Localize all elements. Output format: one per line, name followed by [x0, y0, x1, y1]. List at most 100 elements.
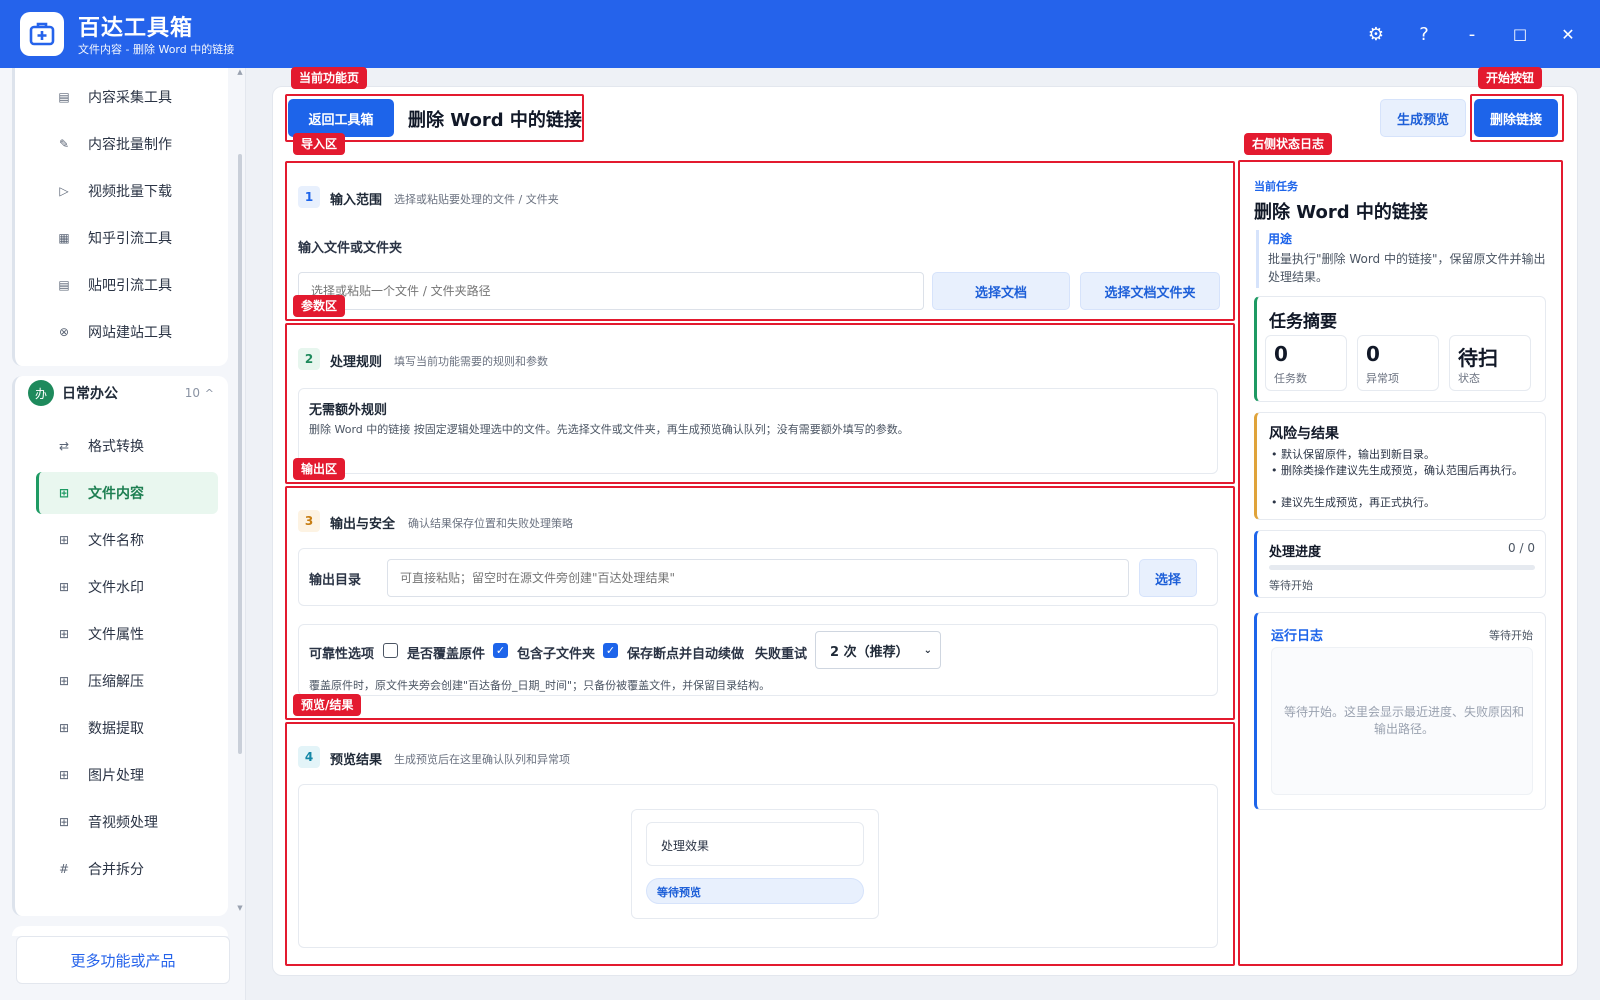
sidebar-item-content-collect[interactable]: ▤ 内容采集工具	[24, 76, 214, 118]
sidebar-item-file-attributes[interactable]: ⊞ 文件属性	[24, 613, 214, 655]
step-number: 3	[298, 510, 320, 532]
close-button[interactable]: ✕	[1556, 22, 1580, 46]
chevron-down-icon: ⌄	[923, 644, 932, 656]
sidebar-item-image-process[interactable]: ⊞ 图片处理	[24, 754, 214, 796]
sidebar-scrollbar[interactable]: ▲ ▼	[236, 68, 244, 1000]
doc-icon: ▤	[58, 278, 70, 292]
pen-icon: ✎	[58, 137, 70, 151]
annotation-output-tag: 输出区	[293, 458, 346, 480]
sidebar-item-label: 数据提取	[88, 721, 144, 737]
sidebar-item-zhihu[interactable]: ▦ 知乎引流工具	[24, 217, 214, 259]
choose-document-folder-button[interactable]: 选择文档文件夹	[1080, 272, 1220, 310]
choose-output-button[interactable]: 选择	[1139, 559, 1197, 597]
sidebar: ▤ 内容采集工具 ✎ 内容批量制作 ▷ 视频批量下载 ▦ 知乎引流工具 ▤ 贴吧…	[0, 68, 246, 1000]
more-products-button[interactable]: 更多功能或产品	[16, 936, 230, 984]
risk-result-card: 风险与结果 • 默认保留原件，输出到新目录。 • 删除类操作建议先生成预览，确认…	[1254, 412, 1546, 520]
waiting-preview-pill: 等待预览	[646, 878, 864, 904]
sidebar-item-label: 合并拆分	[88, 862, 144, 878]
preview-section: 4 预览结果 生成预览后在这里确认队列和异常项 处理效果 等待预览	[290, 728, 1232, 966]
purpose-accent	[1256, 230, 1259, 288]
choose-document-button[interactable]: 选择文档	[932, 272, 1070, 310]
sidebar-item-label: 内容批量制作	[88, 137, 172, 153]
grid-icon: ⊞	[58, 721, 70, 735]
input-path-field[interactable]	[298, 272, 924, 310]
generate-preview-button[interactable]: 生成预览	[1380, 99, 1466, 137]
sidebar-item-av-process[interactable]: ⊞ 音视频处理	[24, 801, 214, 843]
retry-select-value: 2 次（推荐）	[830, 644, 909, 660]
back-to-toolbox-button[interactable]: 返回工具箱	[288, 99, 394, 137]
sidebar-item-label: 文件水印	[88, 580, 144, 596]
grid-icon: ⊞	[58, 533, 70, 547]
step-title: 预览结果	[330, 753, 383, 768]
sidebar-item-label: 视频批量下载	[88, 184, 172, 200]
sidebar-item-data-extract[interactable]: ⊞ 数据提取	[24, 707, 214, 749]
output-dir-input[interactable]	[387, 559, 1129, 597]
retry-select[interactable]: 2 次（推荐） ⌄	[815, 631, 941, 669]
sidebar-item-compress[interactable]: ⊞ 压缩解压	[24, 660, 214, 702]
settings-gear-icon[interactable]: ⚙	[1364, 22, 1388, 46]
resume-checkbox[interactable]: ✓	[603, 643, 618, 658]
sidebar-item-file-watermark[interactable]: ⊞ 文件水印	[24, 566, 214, 608]
group-badge: 办	[28, 380, 54, 406]
sidebar-item-label: 知乎引流工具	[88, 231, 172, 247]
sidebar-item-label: 内容采集工具	[88, 90, 172, 106]
sidebar-item-video-download[interactable]: ▷ 视频批量下载	[24, 170, 214, 212]
grid-doc-icon: ▦	[58, 231, 70, 245]
chevron-up-icon[interactable]: ^	[205, 387, 214, 400]
minimize-button[interactable]: -	[1460, 22, 1484, 46]
sidebar-item-label: 图片处理	[88, 768, 144, 784]
preview-box: 处理效果 等待预览	[298, 784, 1218, 948]
sidebar-item-file-name[interactable]: ⊞ 文件名称	[24, 519, 214, 561]
retry-label: 失败重试	[755, 647, 808, 662]
overwrite-checkbox[interactable]	[383, 643, 398, 658]
sidebar-item-label: 压缩解压	[88, 674, 144, 690]
sidebar-item-tieba[interactable]: ▤ 贴吧引流工具	[24, 264, 214, 306]
help-icon[interactable]: ?	[1412, 22, 1436, 46]
sidebar-item-label: 贴吧引流工具	[88, 278, 172, 294]
sidebar-item-label: 格式转换	[88, 439, 144, 455]
globe-icon: ⊗	[58, 325, 70, 339]
sidebar-item-merge-split[interactable]: # 合并拆分	[24, 848, 214, 890]
scroll-down-icon[interactable]: ▼	[236, 904, 244, 912]
include-subfolder-label: 包含子文件夹	[517, 647, 596, 662]
sidebar-item-content-batch[interactable]: ✎ 内容批量制作	[24, 123, 214, 165]
sidebar-item-format-convert[interactable]: ⇄ 格式转换	[24, 425, 214, 467]
step-number: 4	[298, 746, 320, 768]
reliability-label: 可靠性选项	[309, 647, 375, 662]
log-area[interactable]: 等待开始。这里会显示最近进度、失败原因和输出路径。	[1271, 647, 1533, 795]
swap-icon: ⇄	[58, 439, 70, 453]
scrollbar-thumb[interactable]	[238, 154, 242, 754]
step-description: 选择或粘贴要处理的文件 / 文件夹	[394, 193, 559, 206]
maximize-button[interactable]: □	[1508, 22, 1532, 46]
risk-item: • 建议先生成预览，再正式执行。	[1271, 496, 1435, 509]
progress-status: 等待开始	[1269, 579, 1313, 592]
app-title: 百达工具箱	[78, 16, 194, 41]
sidebar-bottom-card	[12, 926, 228, 936]
sidebar-item-website[interactable]: ⊗ 网站建站工具	[24, 311, 214, 353]
log-title: 运行日志	[1271, 629, 1324, 644]
group-count: 10	[184, 386, 200, 400]
delete-links-start-button[interactable]: 删除链接	[1474, 99, 1558, 137]
annotation-import-tag: 导入区	[293, 133, 346, 155]
sidebar-item-label: 文件属性	[88, 627, 144, 643]
doc-icon: ▤	[58, 90, 70, 104]
backup-note: 覆盖原件时，原文件夹旁会创建"百达备份_日期_时间"；只备份被覆盖文件，并保留目…	[309, 679, 771, 692]
import-section: 1 输入范围 选择或粘贴要处理的文件 / 文件夹 输入文件或文件夹 选择文档 选…	[290, 162, 1232, 314]
run-log-card: 运行日志 等待开始 等待开始。这里会显示最近进度、失败原因和输出路径。	[1254, 612, 1546, 810]
risk-item: • 删除类操作建议先生成预览，确认范围后再执行。	[1271, 464, 1523, 477]
sidebar-item-label: 网站建站工具	[88, 325, 172, 341]
step-description: 生成预览后在这里确认队列和异常项	[394, 753, 570, 766]
app-logo-icon	[20, 12, 64, 56]
sidebar-item-file-content[interactable]: ⊞ 文件内容	[36, 472, 218, 514]
sidebar-group-header[interactable]: 办 日常办公 10 ^	[28, 376, 224, 410]
sidebar-item-label: 音视频处理	[88, 815, 158, 831]
step-number: 2	[298, 348, 320, 370]
output-dir-box: 输出目录 选择	[298, 548, 1218, 606]
include-subfolder-checkbox[interactable]: ✓	[493, 643, 508, 658]
sidebar-item-label: 文件内容	[88, 486, 144, 502]
group-name: 日常办公	[62, 386, 118, 402]
scroll-up-icon[interactable]: ▲	[236, 68, 244, 76]
title-bar: 百达工具箱 文件内容 - 删除 Word 中的链接 ⚙ ? - □ ✕	[0, 0, 1600, 68]
purpose-text: 批量执行"删除 Word 中的链接"，保留原文件并输出处理结果。	[1268, 252, 1546, 284]
stat-task-count: 0 任务数	[1265, 335, 1347, 391]
